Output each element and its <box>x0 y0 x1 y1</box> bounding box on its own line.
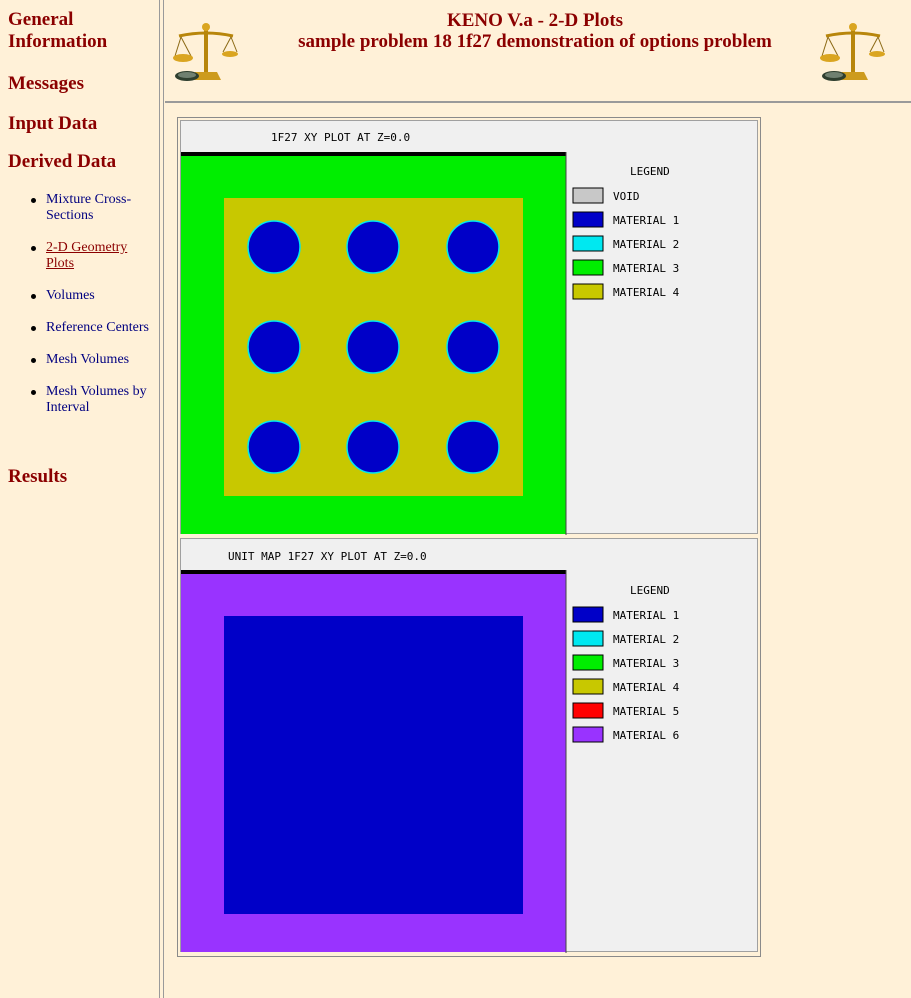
legend-label: MATERIAL 3 <box>613 657 679 670</box>
legend-label: MATERIAL 1 <box>613 609 679 622</box>
bullet-icon <box>31 326 36 331</box>
scales-of-justice-icon <box>820 23 885 81</box>
fuel-pin <box>446 320 500 374</box>
bullet-icon <box>31 294 36 299</box>
legend-swatch-material-2 <box>572 630 604 647</box>
legend-swatch-material-3 <box>572 654 604 671</box>
unit-map-plot-image: UNIT MAP 1F27 XY PLOT AT Z=0.0 LEGEND MA… <box>181 550 680 953</box>
legend-swatch-material-4 <box>572 678 604 695</box>
list-item: Mesh Volumes <box>28 352 153 368</box>
nav-reference-centers[interactable]: Reference Centers <box>46 320 149 335</box>
geometry-plot-1: 1F27 XY PLOT AT Z=0.0 LEGEND VOID MATERI… <box>180 120 758 535</box>
legend-label: MATERIAL 4 <box>613 286 680 299</box>
xy-plot-1-image: 1F27 XY PLOT AT Z=0.0 LEGEND VOID MATERI… <box>181 131 680 535</box>
nav-2d-geometry-plots[interactable]: 2-D Geometry Plots <box>46 240 127 271</box>
legend-label: MATERIAL 1 <box>613 214 679 227</box>
plot-title: UNIT MAP 1F27 XY PLOT AT Z=0.0 <box>228 550 427 563</box>
nav-mesh-volumes[interactable]: Mesh Volumes <box>46 352 129 367</box>
legend-label: MATERIAL 2 <box>613 633 679 646</box>
list-item: Volumes <box>28 288 153 304</box>
list-item: 2-D Geometry Plots <box>28 240 153 272</box>
header-frame: KENO V.a - 2-D Plots sample problem 18 1… <box>165 0 911 103</box>
legend-swatch-material-3 <box>572 259 604 276</box>
fuel-pin-array <box>247 220 500 474</box>
legend-label: MATERIAL 3 <box>613 262 679 275</box>
legend-title: LEGEND <box>630 165 670 178</box>
legend-swatch-material-1 <box>572 211 604 228</box>
fuel-pin <box>346 420 400 474</box>
fuel-pin <box>247 320 301 374</box>
legend-swatch-material-5 <box>572 702 604 719</box>
bullet-icon <box>31 198 36 203</box>
nav-results[interactable]: Results <box>8 466 67 488</box>
legend-label: MATERIAL 4 <box>613 681 680 694</box>
plot-top-border <box>181 152 566 156</box>
page-title-line2: sample problem 18 1f27 demonstration of … <box>298 31 772 52</box>
legend-swatch-material-2 <box>572 235 604 252</box>
page-title-line1: KENO V.a - 2-D Plots <box>446 10 624 31</box>
legend-swatch-material-4 <box>572 283 604 300</box>
legend-swatch-material-1 <box>572 606 604 623</box>
fuel-pin <box>247 420 301 474</box>
geometry-plot-2: UNIT MAP 1F27 XY PLOT AT Z=0.0 LEGEND MA… <box>180 538 758 953</box>
frame-divider[interactable] <box>159 0 164 998</box>
plot-top-border <box>181 570 566 574</box>
legend-swatch-void <box>572 187 604 204</box>
nav-mesh-volumes-by-interval[interactable]: Mesh Volumes by Interval <box>46 384 147 415</box>
nav-mixture-cross-sections[interactable]: Mixture Cross-Sections <box>46 192 131 223</box>
bullet-icon <box>31 358 36 363</box>
nav-volumes[interactable]: Volumes <box>46 288 95 303</box>
list-item: Mixture Cross-Sections <box>28 192 153 224</box>
fuel-pin <box>346 220 400 274</box>
legend-swatch-material-6 <box>572 726 604 743</box>
list-item: Reference Centers <box>28 320 153 336</box>
fuel-pin <box>247 220 301 274</box>
list-item: Mesh Volumes by Interval <box>28 384 153 416</box>
nav-general-information[interactable]: General Information <box>8 9 158 53</box>
legend-title: LEGEND <box>630 584 670 597</box>
nav-input-data[interactable]: Input Data <box>8 113 97 135</box>
legend-label: MATERIAL 2 <box>613 238 679 251</box>
content-frame: 1F27 XY PLOT AT Z=0.0 LEGEND VOID MATERI… <box>165 105 911 998</box>
legend-label: MATERIAL 6 <box>613 729 679 742</box>
nav-messages[interactable]: Messages <box>8 73 84 95</box>
bullet-icon <box>31 246 36 251</box>
fuel-pin <box>446 420 500 474</box>
legend-label: MATERIAL 5 <box>613 705 679 718</box>
nav-derived-data[interactable]: Derived Data <box>8 151 116 173</box>
plot-table: 1F27 XY PLOT AT Z=0.0 LEGEND VOID MATERI… <box>177 117 761 957</box>
bullet-icon <box>31 390 36 395</box>
plot-title: 1F27 XY PLOT AT Z=0.0 <box>271 131 410 144</box>
navigation-frame: General Information Messages Input Data … <box>0 0 159 998</box>
fuel-pin <box>346 320 400 374</box>
plot-legend: LEGEND VOID MATERIAL 1 MATERIAL 2 MATERI… <box>572 165 680 300</box>
legend-label: VOID <box>613 190 640 203</box>
plot-legend: LEGEND MATERIAL 1 MATERIAL 2 MATERIAL 3 … <box>572 584 680 743</box>
page-title: KENO V.a - 2-D Plots sample problem 18 1… <box>285 10 785 52</box>
scales-of-justice-icon <box>173 23 238 81</box>
derived-data-list: Mixture Cross-Sections 2-D Geometry Plot… <box>28 192 153 432</box>
fuel-pin <box>446 220 500 274</box>
material-1-region <box>224 616 523 914</box>
